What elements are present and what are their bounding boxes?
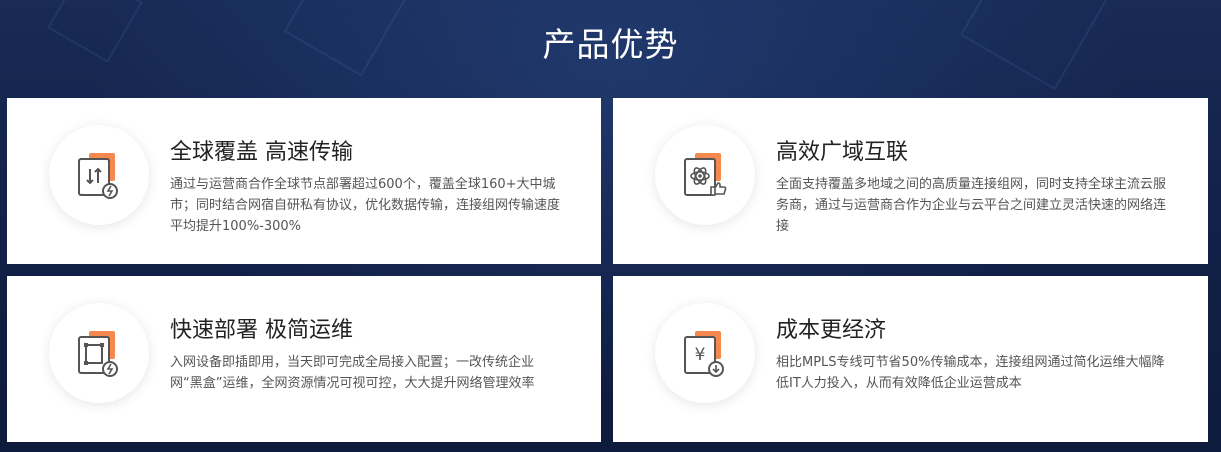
page-title: 产品优势 <box>542 25 679 64</box>
svg-text:¥: ¥ <box>695 345 706 365</box>
advantage-card-global: 全球覆盖 高速传输 通过与运营商合作全球节点部署超过600个，覆盖全球160+大… <box>7 98 601 264</box>
advantage-card-deploy: 快速部署 极简运维 入网设备即插即用，当天即可完成全局接入配置；一改传统企业网“… <box>7 276 601 442</box>
card-description: 相比MPLS专线可节省50%传输成本，连接组网通过简化运维大幅降低IT人力投入，… <box>776 355 1165 391</box>
card-description: 入网设备即插即用，当天即可完成全局接入配置；一改传统企业网“黑盒”运维，全网资源… <box>170 355 535 391</box>
global-transfer-icon <box>49 125 149 225</box>
advantage-card-interconnect: 高效广域互联 全面支持覆盖多地域之间的高质量连接组网，同时支持全球主流云服务商，… <box>613 98 1208 264</box>
cost-icon: ¥ <box>655 303 755 403</box>
card-description: 全面支持覆盖多地域之间的高质量连接组网，同时支持全球主流云服务商，通过与运营商合… <box>776 177 1167 234</box>
card-description: 通过与运营商合作全球节点部署超过600个，覆盖全球160+大中城市；同时结合网宿… <box>170 177 561 234</box>
card-title: 快速部署 极简运维 <box>170 318 353 343</box>
interconnect-icon <box>655 125 755 225</box>
card-title: 全球覆盖 高速传输 <box>170 140 353 165</box>
card-title: 成本更经济 <box>776 318 887 343</box>
card-title: 高效广域互联 <box>776 140 909 165</box>
advantage-card-cost: ¥ 成本更经济 相比MPLS专线可节省50%传输成本，连接组网通过简化运维大幅降… <box>613 276 1208 442</box>
deploy-icon <box>49 303 149 403</box>
